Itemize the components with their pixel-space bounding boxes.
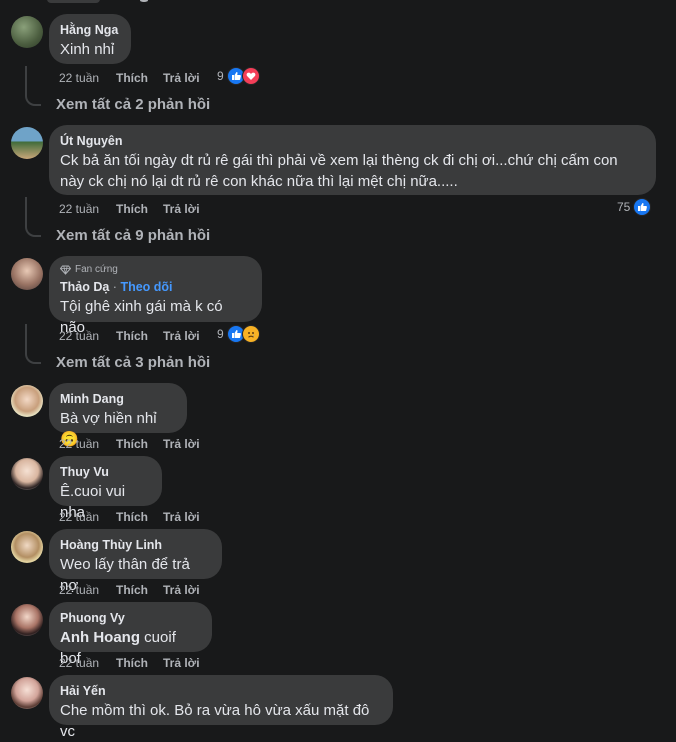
comment-author[interactable]: Phuong Vy bbox=[60, 610, 200, 626]
reaction-summary[interactable]: 9 bbox=[217, 325, 260, 343]
like-button[interactable]: Thích bbox=[116, 510, 163, 524]
reply-button[interactable]: Trả lời bbox=[163, 71, 200, 85]
comment-actions: 22 tuần Thích Trả lời bbox=[59, 71, 200, 85]
avatar[interactable] bbox=[11, 677, 43, 709]
fan-badge: Fan cứng bbox=[60, 263, 250, 276]
reply-button[interactable]: Trả lời bbox=[163, 437, 200, 451]
comment-actions: 22 tuần Thích Trả lời bbox=[59, 510, 200, 524]
like-button[interactable]: Thích bbox=[116, 202, 163, 216]
like-button[interactable]: Thích bbox=[116, 656, 163, 670]
comment-time[interactable]: 22 tuần bbox=[59, 510, 116, 524]
reply-thread-line bbox=[25, 66, 41, 106]
comment-author[interactable]: Thảo Dạ bbox=[60, 280, 109, 294]
reaction-summary[interactable]: 9 bbox=[217, 67, 260, 85]
avatar[interactable] bbox=[11, 258, 43, 290]
comment-text: Bà vợ hiền nhỉ bbox=[60, 410, 157, 427]
view-replies-link[interactable]: Xem tất cả 3 phản hồi bbox=[56, 354, 210, 371]
love-reaction-icon bbox=[241, 67, 260, 85]
comment-actions: 22 tuần Thích Trả lời bbox=[59, 437, 200, 451]
comment-text: Xinh nhỉ bbox=[60, 41, 115, 58]
badge-label: Fan cứng bbox=[75, 264, 118, 275]
comment-text: Ck bả ăn tối ngày dt rủ rê gái thì phải … bbox=[60, 152, 618, 190]
author-line: Thảo Dạ · Theo dõi bbox=[60, 279, 250, 295]
avatar[interactable] bbox=[11, 604, 43, 636]
reaction-count: 9 bbox=[217, 327, 224, 341]
comment-bubble: Hải Yến Che mồm thì ok. Bỏ ra vừa hô vừa… bbox=[49, 675, 393, 740]
comment-time[interactable]: 22 tuần bbox=[59, 437, 116, 451]
comment-time[interactable]: 22 tuần bbox=[59, 329, 116, 343]
reply-button[interactable]: Trả lời bbox=[163, 583, 200, 597]
avatar[interactable] bbox=[11, 458, 43, 490]
reply-thread-line bbox=[25, 197, 41, 237]
reply-button[interactable]: Trả lời bbox=[163, 202, 200, 216]
reply-button[interactable]: Trả lời bbox=[163, 656, 200, 670]
comment-author[interactable]: Hải Yến bbox=[60, 683, 381, 699]
comment-time[interactable]: 22 tuần bbox=[59, 71, 116, 85]
like-button[interactable]: Thích bbox=[116, 583, 163, 597]
reply-button[interactable]: Trả lời bbox=[163, 510, 200, 524]
comment-actions: 22 tuần Thích Trả lời bbox=[59, 202, 200, 216]
comment-bubble: Minh Dang Bà vợ hiền nhỉ 🙃 bbox=[49, 383, 187, 448]
mention-link[interactable]: Anh Hoang bbox=[60, 629, 140, 646]
comment-text: Che mồm thì ok. Bỏ ra vừa hô vừa xấu mặt… bbox=[60, 702, 370, 740]
previous-comment-fragment bbox=[0, 0, 676, 4]
comment-time[interactable]: 22 tuần bbox=[59, 656, 116, 670]
reaction-count: 75 bbox=[617, 200, 631, 214]
comment-bubble: Fan cứng Thảo Dạ · Theo dõi Tội ghê xinh… bbox=[49, 256, 262, 336]
comment-bubble: Thuy Vu Ê.cuoi vui nha bbox=[49, 456, 162, 521]
like-button[interactable]: Thích bbox=[116, 437, 163, 451]
separator: · bbox=[112, 280, 117, 294]
comment-bubble: Phuong Vy Anh Hoang cuoif bof bbox=[49, 602, 212, 667]
like-button[interactable]: Thích bbox=[116, 71, 163, 85]
reaction-summary[interactable]: 75 bbox=[617, 198, 652, 216]
reaction-count: 9 bbox=[217, 69, 224, 83]
sad-reaction-icon bbox=[241, 325, 260, 343]
comment-author[interactable]: Hoàng Thùy Linh bbox=[60, 537, 210, 553]
diamond-icon bbox=[60, 265, 71, 275]
view-replies-link[interactable]: Xem tất cả 9 phản hồi bbox=[56, 227, 210, 244]
comment-actions: 22 tuần Thích Trả lời bbox=[59, 329, 200, 343]
comment-actions: 22 tuần Thích Trả lời bbox=[59, 583, 200, 597]
view-replies-link[interactable]: Xem tất cả 2 phản hồi bbox=[56, 96, 210, 113]
reply-thread-line bbox=[25, 324, 41, 364]
comment-actions: 22 tuần Thích Trả lời bbox=[59, 656, 200, 670]
comment-time[interactable]: 22 tuần bbox=[59, 583, 116, 597]
comment-bubble: Hằng Nga Xinh nhỉ bbox=[49, 14, 131, 64]
comment-time[interactable]: 22 tuần bbox=[59, 202, 116, 216]
reply-button[interactable]: Trả lời bbox=[163, 329, 200, 343]
avatar[interactable] bbox=[11, 16, 43, 48]
comment-bubble: Út Nguyên Ck bả ăn tối ngày dt rủ rê gái… bbox=[49, 125, 656, 195]
follow-button[interactable]: Theo dõi bbox=[120, 280, 172, 294]
comment-author[interactable]: Minh Dang bbox=[60, 391, 175, 407]
comment-author[interactable]: Út Nguyên bbox=[60, 133, 644, 149]
avatar[interactable] bbox=[11, 385, 43, 417]
like-reaction-icon bbox=[633, 198, 652, 216]
avatar[interactable] bbox=[11, 531, 43, 563]
comment-bubble: Hoàng Thùy Linh Weo lấy thân để trả nợ bbox=[49, 529, 222, 594]
like-button[interactable]: Thích bbox=[116, 329, 163, 343]
comment-author[interactable]: Hằng Nga bbox=[60, 22, 119, 38]
avatar[interactable] bbox=[11, 127, 43, 159]
comment-author[interactable]: Thuy Vu bbox=[60, 464, 150, 480]
